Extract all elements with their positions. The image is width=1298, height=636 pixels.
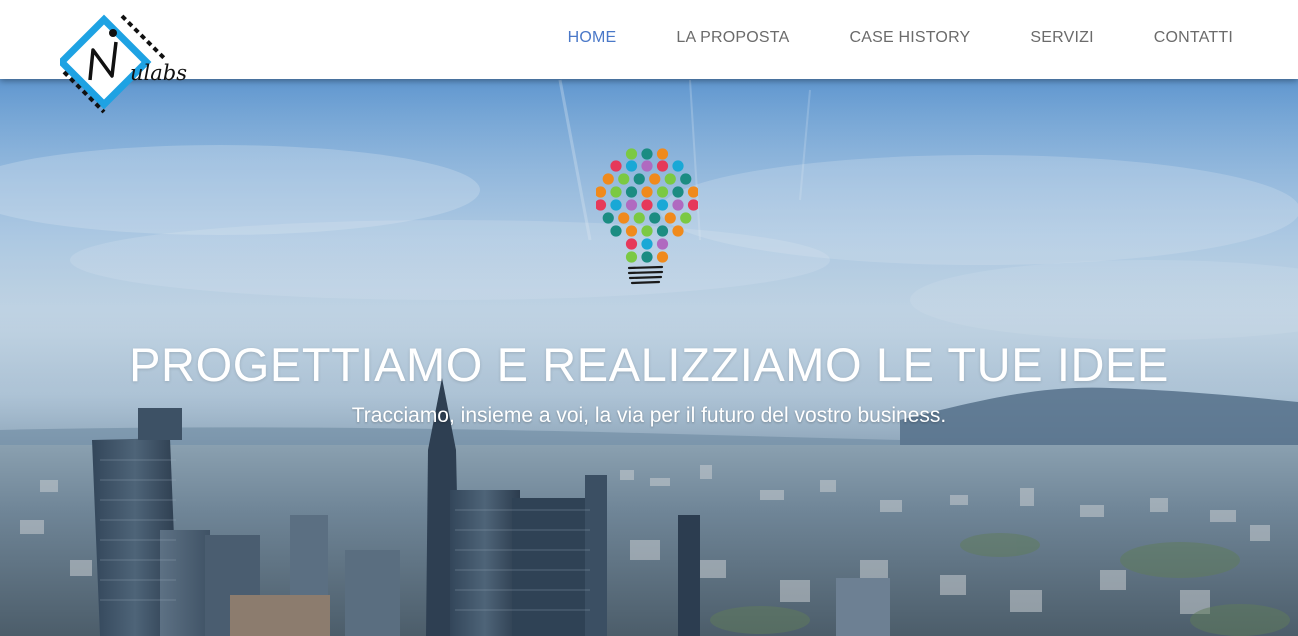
nulabs-logo-icon[interactable]: ulabs [56, 10, 195, 118]
nav-case-history[interactable]: CASE HISTORY [849, 29, 970, 47]
logo-text: ulabs [130, 61, 187, 85]
nav-servizi[interactable]: SERVIZI [1030, 29, 1093, 47]
nav-la-proposta[interactable]: LA PROPOSTA [676, 29, 789, 47]
nav-home[interactable]: HOME [568, 29, 617, 47]
hero-subtitle: Tracciamo, insieme a voi, la via per il … [351, 404, 947, 427]
nav-contatti[interactable]: CONTATTI [1154, 29, 1233, 47]
main-navigation: HOME LA PROPOSTA CASE HISTORY SERVIZI CO… [508, 0, 1233, 76]
lightbulb-icon [596, 148, 698, 285]
hero-title: PROGETTIAMO E REALIZZIAMO LE TUE IDEE [129, 338, 1169, 391]
